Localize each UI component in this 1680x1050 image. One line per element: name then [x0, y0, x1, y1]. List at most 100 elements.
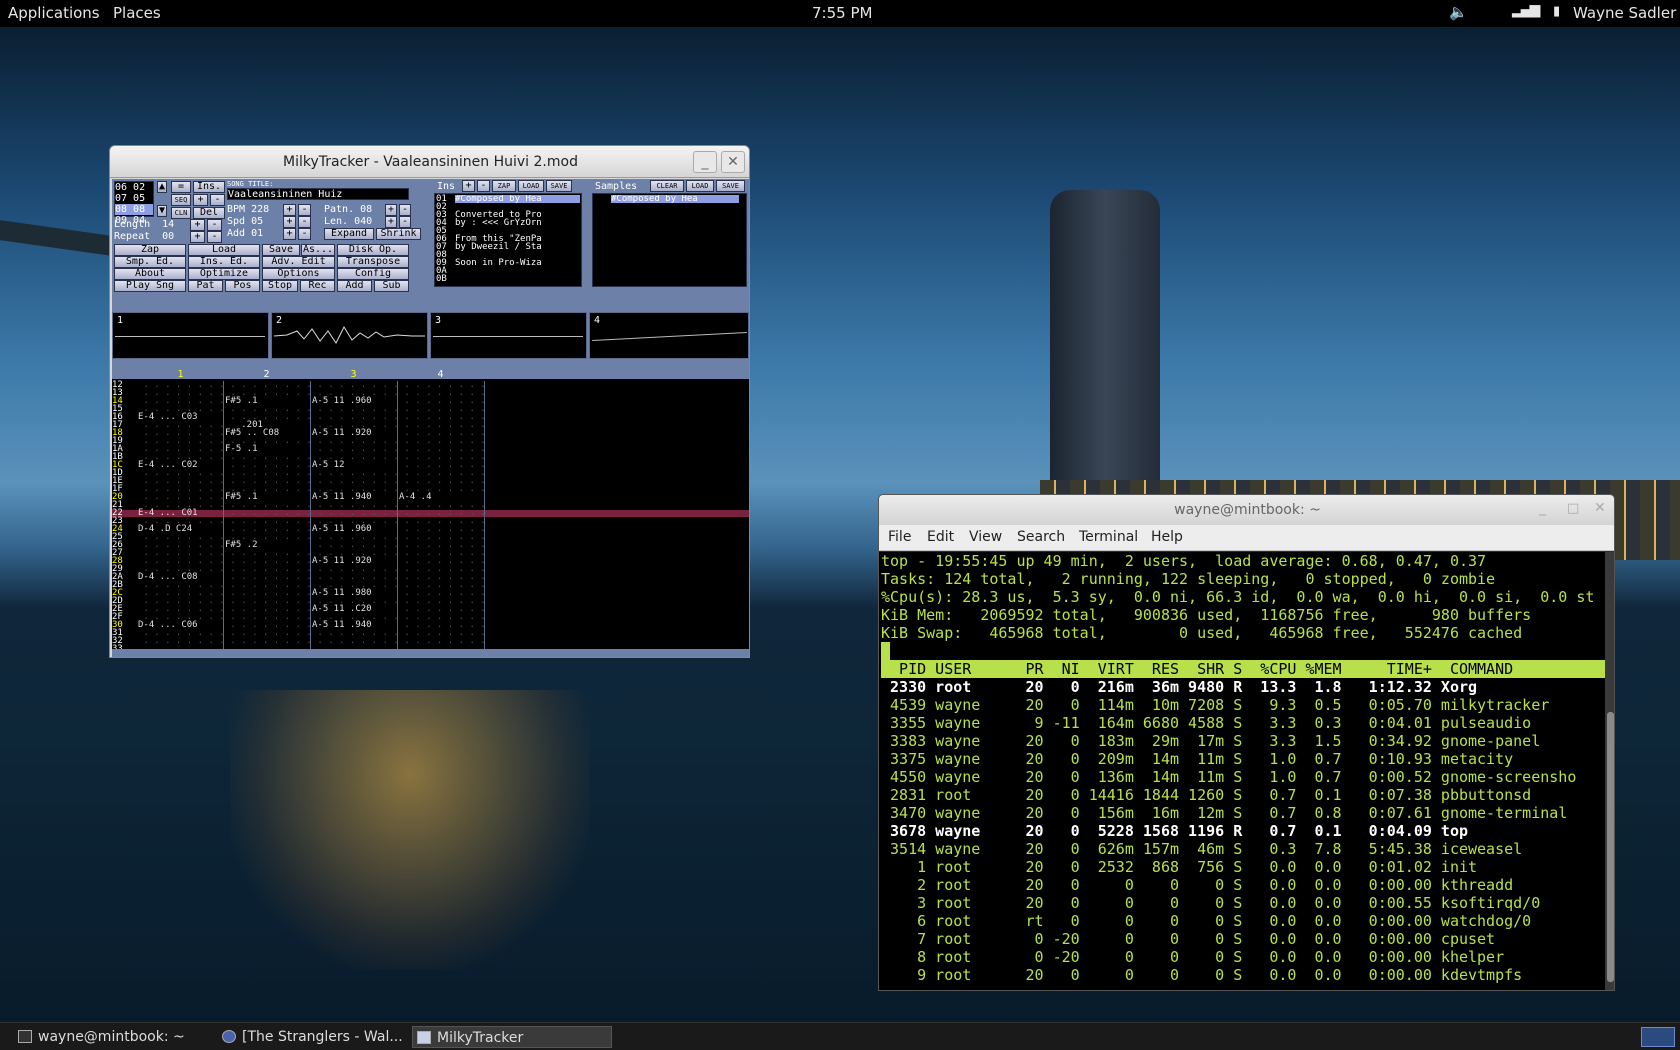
add-pattern-button[interactable]: Add	[337, 280, 372, 292]
instrument-entry[interactable]: #Composed by Hea	[455, 195, 580, 204]
order-up-button[interactable]: ▲	[157, 181, 167, 193]
channel-header[interactable]: 3	[311, 369, 396, 380]
instrument-entry[interactable]: by : <<< GrYzOrn	[455, 219, 580, 228]
taskbar-item-browser[interactable]: [The Stranglers - Wal...	[218, 1026, 408, 1048]
channel-4-column[interactable]: . . . . . . . . . . . . . . . . . . . . …	[399, 381, 485, 657]
instrument-list[interactable]: 01 02 03 04 05 06 07 08 09 0A 0B #Composed by Hea …	[434, 193, 582, 287]
transpose-button[interactable]: Transpose	[337, 256, 409, 268]
options-button[interactable]: Options	[262, 268, 335, 280]
repeat-plus-button[interactable]: +	[190, 231, 205, 243]
sample-editor-button[interactable]: Smp. Ed.	[114, 256, 186, 268]
stop-button[interactable]: Stop	[262, 280, 298, 292]
length-plus-button[interactable]: +	[190, 219, 205, 231]
minimize-icon[interactable]: _	[1539, 500, 1546, 516]
window-titlebar[interactable]: wayne@mintbook: ~	[879, 495, 1614, 525]
orderlist[interactable]: 06 02 07 05 08 08 09 04	[114, 181, 154, 226]
scope-channel-4[interactable]: 4	[589, 312, 749, 359]
menu-search[interactable]: Search	[1017, 529, 1065, 545]
network-signal-icon[interactable]: ▂▄▆	[1512, 2, 1540, 18]
expand-button[interactable]: Expand	[324, 228, 374, 240]
ins-save-button[interactable]: SAVE	[546, 180, 572, 192]
volume-icon[interactable]: 🔈	[1449, 3, 1468, 21]
terminal-output[interactable]: top - 19:55:45 up 49 min, 2 users, load …	[879, 552, 1605, 990]
del-button[interactable]: Del	[193, 207, 225, 219]
order-down-button[interactable]: ▼	[157, 205, 167, 217]
channel-header[interactable]: 4	[398, 369, 483, 380]
channel-1-column[interactable]: . . . . . . . . . . . . . . . . . . . . …	[138, 381, 224, 657]
ins-minus-button[interactable]: -	[477, 180, 490, 192]
cln-button[interactable]: CLN	[171, 207, 191, 219]
pattern-hscrollbar[interactable]	[112, 649, 749, 657]
scope-channel-2[interactable]: 2	[271, 312, 428, 359]
ins-plus-button[interactable]: +	[462, 180, 475, 192]
ins-load-button[interactable]: LOAD	[518, 180, 544, 192]
sample-list[interactable]: #Composed by Hea	[592, 193, 747, 287]
taskbar-item-milkytracker[interactable]: MilkyTracker	[412, 1026, 612, 1048]
play-song-button[interactable]: Play Sng	[114, 280, 186, 292]
config-button[interactable]: Config	[337, 268, 409, 280]
add-minus-button[interactable]: -	[298, 228, 311, 240]
sample-clear-button[interactable]: CLEAR	[650, 180, 684, 192]
menu-view[interactable]: View	[969, 529, 1002, 545]
menu-edit[interactable]: Edit	[927, 529, 954, 545]
song-title-field[interactable]: Vaaleansininen Huiz	[227, 188, 409, 200]
order-plus-button[interactable]: +	[193, 194, 208, 206]
optimize-button[interactable]: Optimize	[188, 268, 260, 280]
workspace-switcher[interactable]	[1641, 1027, 1675, 1047]
channel-3-column[interactable]: . . . . . . . . . . . . . . . . A-5 11 .9…	[312, 381, 398, 657]
spd-plus-button[interactable]: +	[283, 216, 296, 228]
terminal-scrollbar[interactable]	[1605, 552, 1614, 990]
len-minus-button[interactable]: -	[399, 216, 411, 228]
sub-pattern-button[interactable]: Sub	[374, 280, 409, 292]
clock[interactable]: 7:55 PM	[812, 4, 872, 22]
channel-2-column[interactable]: . . . . . . . . . . . . . . . . F#5 .1 . …	[225, 381, 311, 657]
len-plus-button[interactable]: +	[385, 216, 397, 228]
window-titlebar[interactable]: MilkyTracker - Vaaleansininen Huivi 2.mo…	[110, 146, 749, 178]
close-button[interactable]: ✕	[721, 151, 745, 173]
patn-plus-button[interactable]: +	[385, 204, 397, 216]
scope-channel-3[interactable]: 3	[430, 312, 587, 359]
sample-load-button[interactable]: LOAD	[686, 180, 714, 192]
save-as-button[interactable]: As...	[301, 244, 335, 256]
pattern-editor[interactable]: 1 2 3 4 12 13 14 15 16 17 18 19 1A 1B 1C 1D 1E 1F 20 21…	[112, 367, 749, 657]
chat-bubble-icon[interactable]: ▮	[1553, 4, 1560, 19]
add-plus-button[interactable]: +	[283, 228, 296, 240]
instrument-entry[interactable]: Soon in Pro-Wiza	[455, 259, 580, 268]
channel-header[interactable]: 2	[224, 369, 309, 380]
applications-menu[interactable]: Applications	[8, 4, 100, 22]
bpm-minus-button[interactable]: -	[298, 204, 311, 216]
ins-button[interactable]: Ins.	[193, 181, 225, 193]
shrink-button[interactable]: Shrink	[376, 228, 421, 240]
instrument-editor-button[interactable]: Ins. Ed.	[188, 256, 260, 268]
menu-file[interactable]: File	[888, 529, 911, 545]
repeat-minus-button[interactable]: -	[207, 231, 222, 243]
play-position-button[interactable]: Pos	[225, 280, 260, 292]
patn-minus-button[interactable]: -	[399, 204, 411, 216]
about-button[interactable]: About	[114, 268, 186, 280]
order-insert-button[interactable]: =	[171, 181, 191, 193]
menu-terminal[interactable]: Terminal	[1079, 529, 1138, 545]
maximize-icon[interactable]: □	[1567, 501, 1579, 516]
scope-channel-1[interactable]: 1	[112, 312, 269, 359]
user-menu[interactable]: Wayne Sadler	[1573, 4, 1676, 22]
ins-zap-button[interactable]: ZAP	[492, 180, 516, 192]
save-button[interactable]: Save	[262, 244, 300, 256]
advanced-edit-button[interactable]: Adv. Edit	[262, 256, 335, 268]
taskbar-item-terminal[interactable]: wayne@mintbook: ~	[14, 1026, 204, 1048]
zap-button[interactable]: Zap	[114, 244, 186, 256]
load-button[interactable]: Load	[188, 244, 260, 256]
channel-header[interactable]: 1	[138, 369, 223, 380]
bpm-plus-button[interactable]: +	[283, 204, 296, 216]
instrument-entry[interactable]: by Dweezil / Sta	[455, 243, 580, 252]
places-menu[interactable]: Places	[113, 4, 161, 22]
record-button[interactable]: Rec	[300, 280, 335, 292]
seq-button[interactable]: SEQ	[171, 194, 191, 206]
order-minus-button[interactable]: -	[210, 194, 225, 206]
sample-save-button[interactable]: SAVE	[716, 180, 745, 192]
menu-help[interactable]: Help	[1151, 529, 1183, 545]
length-minus-button[interactable]: -	[207, 219, 222, 231]
minimize-button[interactable]: _	[693, 151, 717, 173]
close-icon[interactable]: ✕	[1594, 500, 1606, 516]
spd-minus-button[interactable]: -	[298, 216, 311, 228]
play-pattern-button[interactable]: Pat	[188, 280, 223, 292]
